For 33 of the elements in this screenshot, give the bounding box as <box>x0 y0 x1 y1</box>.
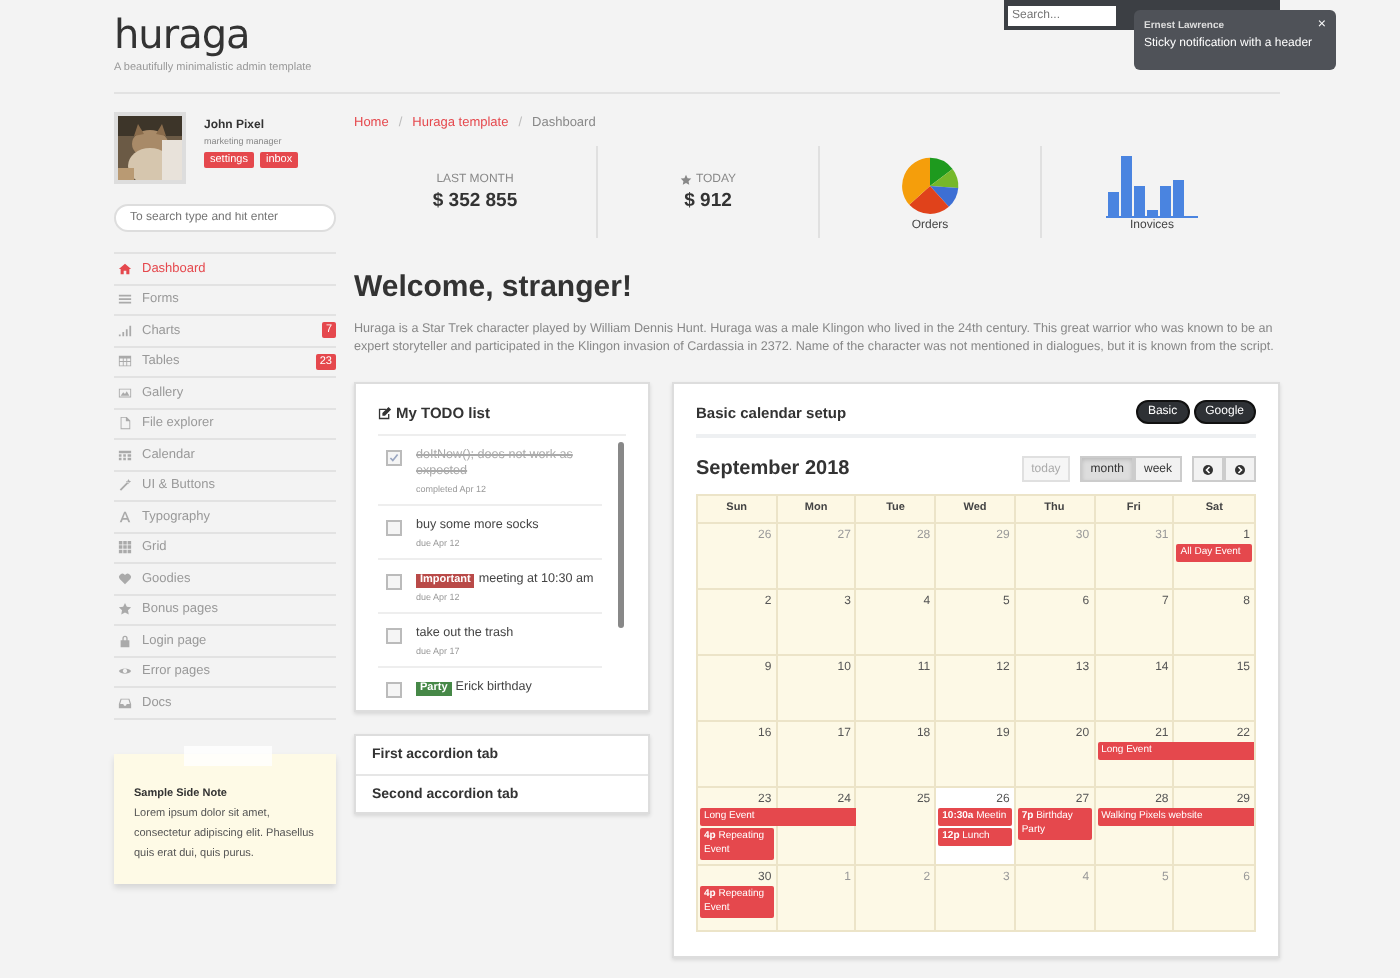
edit-icon <box>378 406 392 420</box>
eye-icon <box>118 664 132 679</box>
stat-value: $ 352 855 <box>432 189 518 211</box>
font-icon <box>118 509 132 524</box>
table-icon <box>118 354 132 369</box>
heart-icon <box>118 571 132 586</box>
pie-chart-drawing <box>898 153 962 217</box>
star-icon <box>118 602 132 617</box>
bar-chart-drawing <box>1106 153 1198 217</box>
page-heading: Welcome, stranger! <box>354 270 634 306</box>
wand-icon <box>118 478 132 493</box>
logo: huraga <box>114 12 252 56</box>
file-icon <box>118 416 132 431</box>
previous-button[interactable] <box>1192 456 1224 482</box>
inbox-icon <box>118 695 132 710</box>
month-title: September 2018 <box>696 458 850 480</box>
image-icon <box>118 385 132 400</box>
chevron-right-icon <box>1234 463 1246 475</box>
checkbox[interactable] <box>386 682 402 698</box>
scrollbar[interactable] <box>618 442 624 628</box>
list-icon <box>118 292 132 307</box>
chevron-left-icon <box>1202 463 1214 475</box>
checkbox[interactable] <box>386 520 402 536</box>
stat-value: $ 912 <box>684 189 732 211</box>
next-button[interactable] <box>1224 456 1256 482</box>
home-icon <box>118 261 132 276</box>
checkbox[interactable] <box>386 574 402 590</box>
checkbox[interactable] <box>386 450 402 466</box>
checkbox[interactable] <box>386 628 402 644</box>
calendar-icon <box>118 447 132 462</box>
grid-icon <box>118 540 132 555</box>
lock-icon <box>118 633 132 648</box>
bar-chart-icon <box>118 323 132 338</box>
